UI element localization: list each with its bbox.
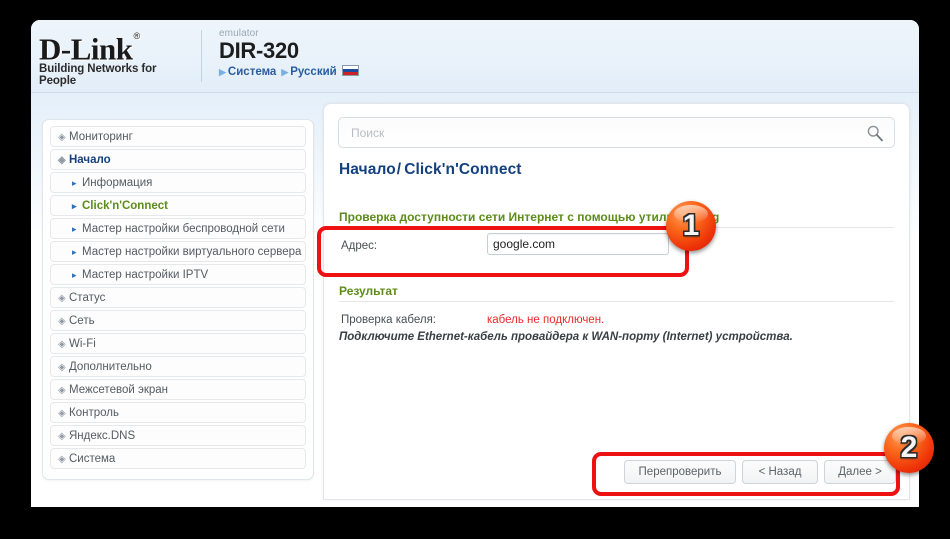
chevron-circle-icon: ◈: [58, 155, 66, 166]
search-input[interactable]: [349, 118, 853, 149]
button-bar: Перепроверить < Назад Далее >: [624, 460, 896, 486]
cable-check-status: кабель не подключен.: [487, 314, 605, 326]
arrow-right-icon: ▸: [72, 224, 77, 234]
sidebar-item-13[interactable]: ◈ Яндекс.DNS: [50, 425, 306, 446]
sidebar-item-label: Дополнительно: [69, 361, 152, 373]
sidebar-item-0[interactable]: ◈ Мониторинг: [50, 126, 306, 147]
sidebar-item-label: Контроль: [69, 407, 119, 419]
sidebar-item-6[interactable]: ▸ Мастер настройки IPTV: [50, 264, 306, 285]
sidebar-item-label: Начало: [69, 154, 111, 166]
cable-hint-text: Подключите Ethernet-кабель провайдера к …: [339, 331, 793, 343]
sidebar-item-label: Яндекс.DNS: [69, 430, 136, 442]
sidebar-item-label: Мастер настройки IPTV: [82, 269, 209, 281]
model-name: DIR-320: [219, 38, 299, 63]
sidebar-item-label: Wi-Fi: [69, 338, 96, 350]
breadcrumb: Начало/Click'n'Connect: [339, 161, 522, 179]
chevron-circle-icon: ◈: [58, 339, 66, 350]
sidebar-item-7[interactable]: ◈ Статус: [50, 287, 306, 308]
sidebar-item-11[interactable]: ◈ Межсетевой экран: [50, 379, 306, 400]
sidebar-item-label: Межсетевой экран: [69, 384, 169, 396]
sidebar-item-label: Сеть: [69, 315, 95, 327]
sidebar-item-label: Система: [69, 453, 116, 465]
sidebar-item-label: Мастер настройки виртуального сервера: [82, 246, 302, 258]
sidebar-item-12[interactable]: ◈ Контроль: [50, 402, 306, 423]
search-icon[interactable]: [866, 124, 884, 142]
sidebar-item-4[interactable]: ▸ Мастер настройки беспроводной сети: [50, 218, 306, 239]
arrow-right-icon: ▸: [72, 178, 77, 188]
chevron-circle-icon: ◈: [58, 132, 66, 143]
sidebar-nav: ◈ Мониторинг ◈ Начало ▸ Информация ▸ Click'n'Co…: [42, 119, 314, 480]
arrow-right-icon: ▸: [72, 201, 77, 211]
page-header: D-Link® Building Networks for People emu…: [31, 20, 919, 93]
chevron-circle-icon: ◈: [58, 293, 66, 304]
router-admin-page: D-Link® Building Networks for People emu…: [31, 20, 919, 507]
breadcrumb-root[interactable]: Начало: [339, 161, 396, 178]
section-divider: [339, 301, 894, 302]
brand-wordmark: D-Link®: [39, 29, 140, 67]
sidebar-item-label: Информация: [82, 177, 153, 189]
arrow-right-icon: ▶: [219, 67, 226, 77]
chevron-circle-icon: ◈: [58, 431, 66, 442]
content-panel: Начало/Click'n'Connect Проверка доступно…: [323, 103, 910, 500]
header-link-system[interactable]: Система: [228, 66, 276, 78]
sidebar-item-10[interactable]: ◈ Дополнительно: [50, 356, 306, 377]
address-label: Адрес:: [341, 240, 378, 252]
header-link-language[interactable]: Русский: [290, 66, 336, 78]
ping-section-title: Проверка доступности сети Интернет с пом…: [339, 210, 720, 224]
arrow-right-icon: ▶: [281, 67, 289, 77]
recheck-button[interactable]: Перепроверить: [624, 460, 736, 484]
page-body: ◈ Мониторинг ◈ Начало ▸ Информация ▸ Click'n'Co…: [31, 93, 919, 507]
brand-name: D-Link: [39, 31, 133, 67]
brand-tagline: Building Networks for People: [39, 63, 157, 88]
search-bar[interactable]: [338, 117, 895, 149]
section-divider: [339, 227, 894, 228]
arrow-right-icon: ▸: [72, 247, 77, 257]
sidebar-item-8[interactable]: ◈ Сеть: [50, 310, 306, 331]
chevron-circle-icon: ◈: [58, 385, 66, 396]
header-divider: [201, 30, 202, 82]
back-button[interactable]: < Назад: [742, 460, 818, 484]
sidebar-item-14[interactable]: ◈ Система: [50, 448, 306, 469]
header-links: ▶ Система ▶ Русский: [219, 65, 359, 78]
sidebar-item-5[interactable]: ▸ Мастер настройки виртуального сервера: [50, 241, 306, 262]
sidebar-item-label: Мониторинг: [69, 131, 133, 143]
sidebar-item-label: Мастер настройки беспроводной сети: [82, 223, 285, 235]
registered-trademark-icon: ®: [133, 31, 140, 41]
russian-flag-icon[interactable]: [341, 65, 359, 76]
sidebar-item-label: Статус: [69, 292, 106, 304]
sidebar-item-3[interactable]: ▸ Click'n'Connect: [50, 195, 306, 216]
sidebar-item-1[interactable]: ◈ Начало: [50, 149, 306, 170]
chevron-circle-icon: ◈: [58, 362, 66, 373]
breadcrumb-separator: /: [396, 161, 402, 178]
sidebar-item-2[interactable]: ▸ Информация: [50, 172, 306, 193]
cable-check-label: Проверка кабеля:: [341, 314, 436, 326]
breadcrumb-current: Click'n'Connect: [404, 161, 522, 178]
sidebar-item-9[interactable]: ◈ Wi-Fi: [50, 333, 306, 354]
result-section-title: Результат: [339, 284, 398, 298]
chevron-circle-icon: ◈: [58, 408, 66, 419]
screenshot-frame: D-Link® Building Networks for People emu…: [0, 0, 950, 539]
sidebar-item-label: Click'n'Connect: [82, 200, 168, 212]
chevron-circle-icon: ◈: [58, 454, 66, 465]
next-button[interactable]: Далее >: [824, 460, 896, 484]
dlink-logo[interactable]: D-Link® Building Networks for People: [39, 29, 191, 87]
model-block: emulator DIR-320 ▶ Система ▶ Русский: [219, 28, 359, 78]
chevron-circle-icon: ◈: [58, 316, 66, 327]
address-input[interactable]: [487, 233, 669, 255]
arrow-right-icon: ▸: [72, 270, 77, 280]
